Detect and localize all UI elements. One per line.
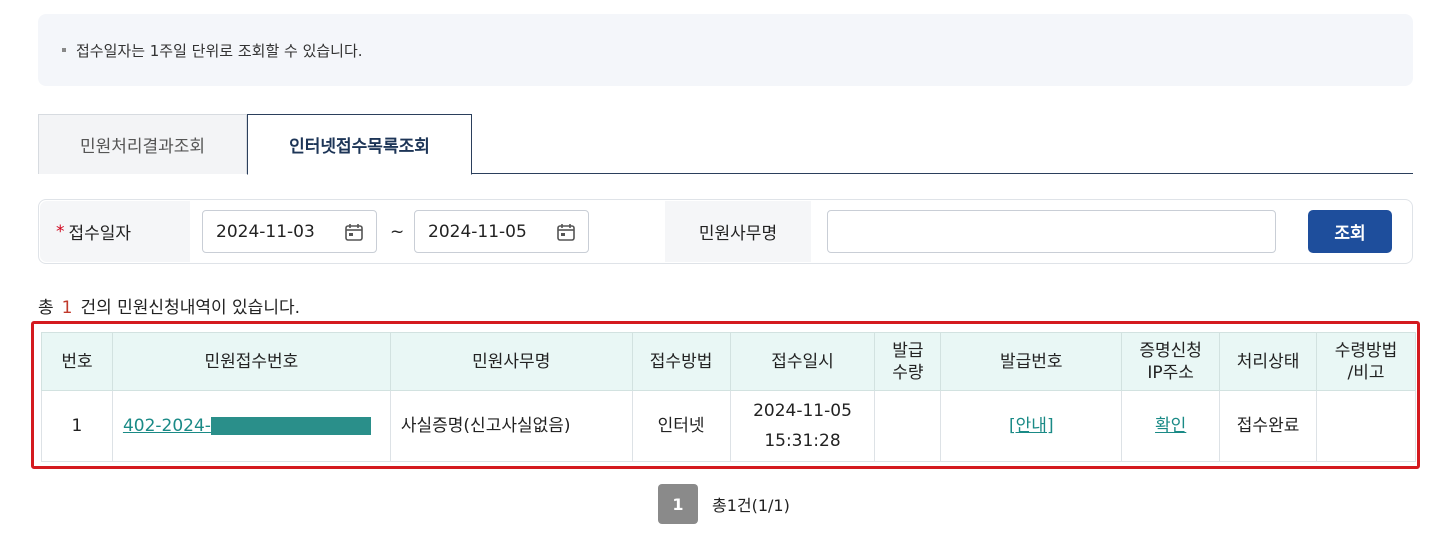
issue-quantity <box>874 390 942 462</box>
office-label: 민원사무명 <box>665 201 811 262</box>
col-header: 접수방법 <box>631 332 731 391</box>
date-range-separator: ~ <box>390 222 405 242</box>
col-header: 민원접수번호 <box>111 332 391 391</box>
page-total: 총1건(1/1) <box>712 496 790 515</box>
issue-guide-link[interactable]: [안내] <box>1009 416 1054 436</box>
tab-bar: 민원처리결과조회 인터넷접수목록조회 <box>38 114 1413 175</box>
col-header: 발급 수량 <box>874 332 942 391</box>
date-label: * 접수일자 <box>40 201 190 262</box>
table-header-row: 번호 민원접수번호 민원사무명 접수방법 접수일시 발급 수량 발급번호 증명신… <box>41 332 1416 391</box>
col-header: 증명신청 IP주소 <box>1121 332 1221 391</box>
col-header: 처리상태 <box>1219 332 1318 391</box>
end-date-input[interactable]: 2024-11-05 <box>414 210 589 253</box>
result-count: 1 <box>61 298 73 318</box>
col-header: 수령방법 /비고 <box>1316 332 1416 391</box>
table-row: 1 402-2024- 사실증명(신고사실없음) 인터넷 2024-11-05 … <box>41 390 1416 462</box>
col-header: 접수일시 <box>729 332 876 391</box>
receipt-number-link[interactable]: 402-2024- <box>123 411 371 441</box>
ip-confirm-link[interactable]: 확인 <box>1155 416 1186 436</box>
result-summary: 총 1 건의 민원신청내역이 있습니다. <box>38 298 300 318</box>
col-header: 민원사무명 <box>389 332 633 391</box>
receipt-datetime: 2024-11-05 15:31:28 <box>729 390 876 462</box>
highlight-frame: 번호 민원접수번호 민원사무명 접수방법 접수일시 발급 수량 발급번호 증명신… <box>31 321 1420 469</box>
issue-number-cell: [안내] <box>940 390 1123 462</box>
row-number: 1 <box>41 390 113 462</box>
col-header: 발급번호 <box>940 332 1123 391</box>
search-panel: * 접수일자 2024-11-03 ~ 2024-11-05 민원사무명 조회 <box>38 199 1413 264</box>
receipt-method: 인터넷 <box>631 390 731 462</box>
notice-box: 접수일자는 1주일 단위로 조회할 수 있습니다. <box>38 14 1413 86</box>
calendar-icon[interactable] <box>556 222 576 242</box>
office-input[interactable] <box>827 210 1276 253</box>
pagination: 1 총1건(1/1) <box>658 484 790 524</box>
redaction-mask <box>210 417 371 435</box>
receipt-note <box>1316 390 1416 462</box>
page-button-current[interactable]: 1 <box>658 484 698 524</box>
application-table: 번호 민원접수번호 민원사무명 접수방법 접수일시 발급 수량 발급번호 증명신… <box>41 332 1416 462</box>
col-header: 번호 <box>41 332 113 391</box>
start-date-input[interactable]: 2024-11-03 <box>202 210 377 253</box>
ip-cell: 확인 <box>1121 390 1221 462</box>
search-button[interactable]: 조회 <box>1308 210 1392 253</box>
end-date-value: 2024-11-05 <box>428 221 527 242</box>
process-status: 접수완료 <box>1219 390 1318 462</box>
tab-result-lookup[interactable]: 민원처리결과조회 <box>38 114 247 174</box>
receipt-number-cell: 402-2024- <box>111 390 391 462</box>
tab-internet-list[interactable]: 인터넷접수목록조회 <box>247 114 472 175</box>
date-label-text: 접수일자 <box>68 224 132 244</box>
notice-text: 접수일자는 1주일 단위로 조회할 수 있습니다. <box>76 41 363 60</box>
start-date-value: 2024-11-03 <box>216 221 315 242</box>
bullet-icon <box>62 48 66 52</box>
required-mark: * <box>56 221 65 242</box>
office-name: 사실증명(신고사실없음) <box>389 390 633 462</box>
calendar-icon[interactable] <box>344 222 364 242</box>
